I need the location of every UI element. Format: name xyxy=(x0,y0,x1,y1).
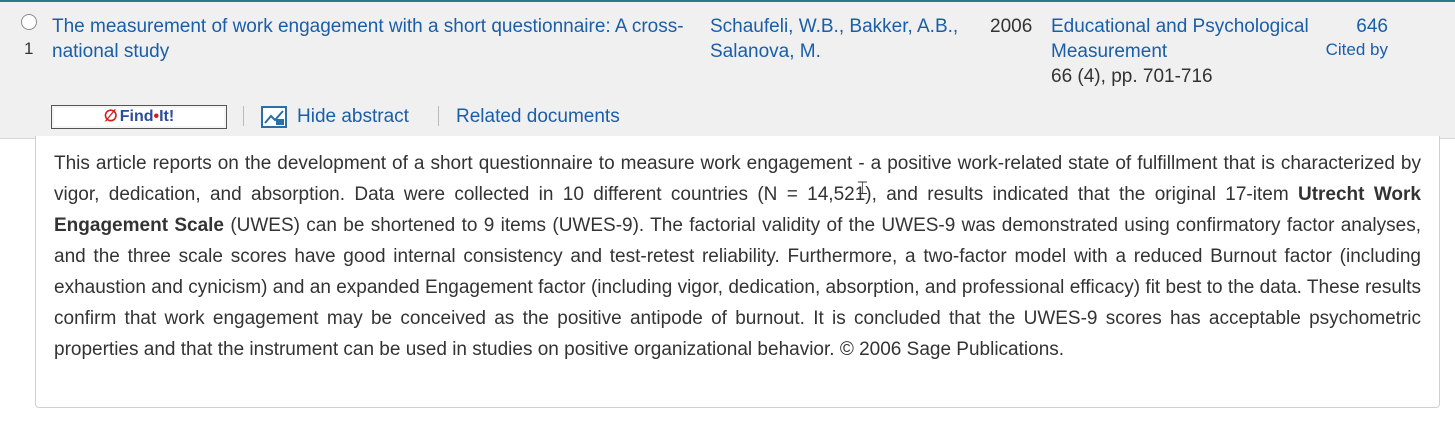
abstract-part-1: This article reports on the development … xyxy=(54,153,1421,205)
related-documents-link[interactable]: Related documents xyxy=(456,105,620,129)
result-source: Educational and Psychological Measuremen… xyxy=(1051,14,1326,89)
hide-abstract-link[interactable]: Hide abstract xyxy=(297,105,409,129)
select-result-checkbox[interactable] xyxy=(21,14,37,30)
abstract-part-2: (UWES) can be shortened to 9 items (UWES… xyxy=(54,215,1421,360)
findit-button[interactable]: ∅ Find•It! xyxy=(51,105,227,129)
text-cursor-icon: ⌶ xyxy=(857,178,868,199)
abstract-panel: This article reports on the development … xyxy=(35,136,1440,408)
result-year: 2006 xyxy=(990,16,1033,37)
cited-label: Cited by xyxy=(1325,40,1388,59)
result-title-link[interactable]: The measurement of work engagement with … xyxy=(52,14,702,64)
action-separator xyxy=(243,106,244,126)
source-title-link[interactable]: Educational and Psychological Measuremen… xyxy=(1051,16,1309,62)
source-volume: 66 (4), pp. 701-716 xyxy=(1051,66,1213,87)
result-row: 1 The measurement of work engagement wit… xyxy=(0,0,1455,139)
cited-by-link[interactable]: 646 Cited by xyxy=(1320,14,1388,61)
result-index: 1 xyxy=(24,39,34,58)
findit-prefix: Find xyxy=(119,108,154,125)
findit-suffix: It! xyxy=(159,108,175,125)
cited-count: 646 xyxy=(1356,16,1388,37)
abstract-text: This article reports on the development … xyxy=(54,148,1421,365)
findit-logo-icon: ∅ xyxy=(103,108,118,125)
action-separator xyxy=(438,106,439,126)
abstract-chart-icon[interactable] xyxy=(261,106,287,128)
result-authors-link[interactable]: Schaufeli, W.B., Bakker, A.B., Salanova,… xyxy=(710,14,980,64)
